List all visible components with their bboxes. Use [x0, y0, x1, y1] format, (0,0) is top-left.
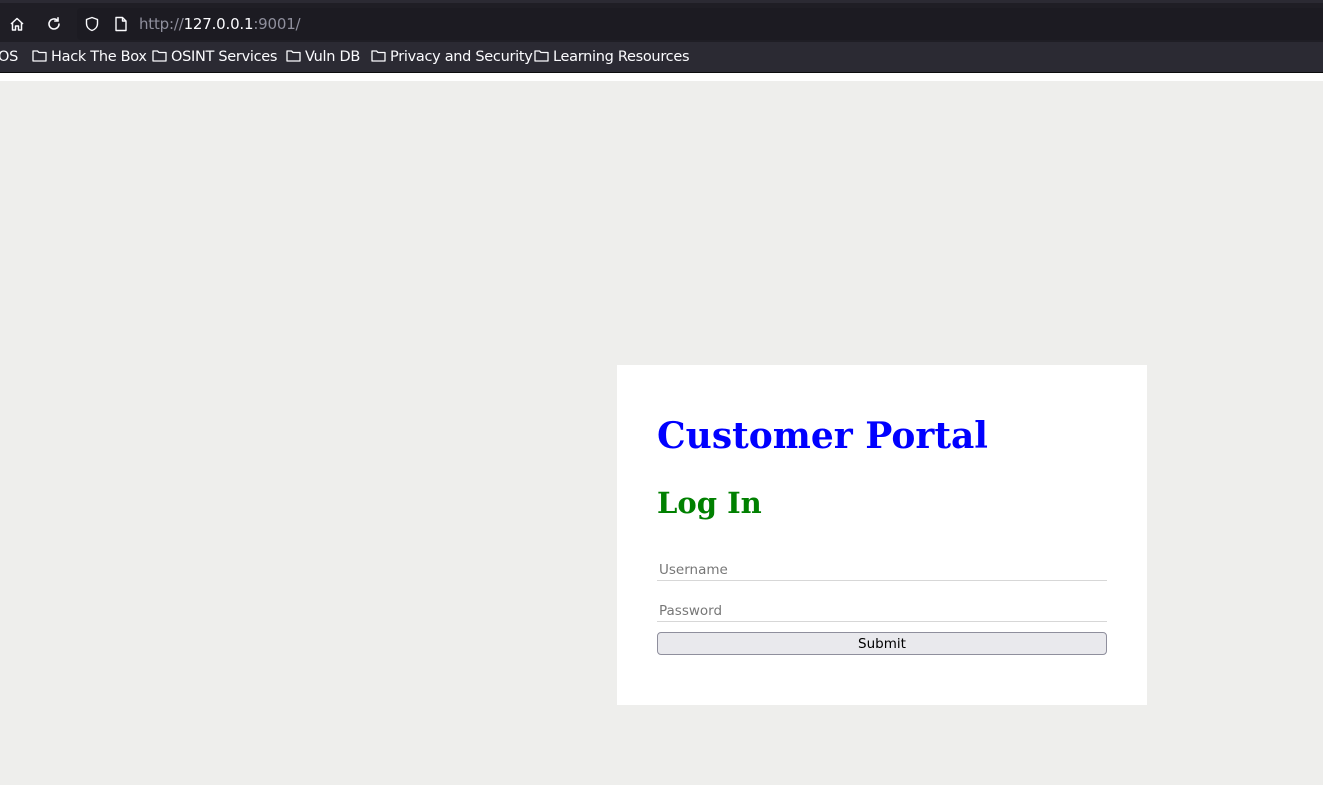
- folder-icon: [371, 49, 390, 66]
- url-host: 127.0.0.1: [183, 15, 254, 33]
- bookmark-label: OSINT Services: [171, 49, 278, 65]
- login-heading: Log In: [657, 486, 762, 520]
- password-input[interactable]: [657, 600, 1107, 622]
- username-input[interactable]: [657, 559, 1107, 581]
- bookmarks-toolbar: OS Hack The Box OSINT Services Vuln DB P…: [0, 42, 1323, 73]
- bookmark-folder-learning-resources[interactable]: Learning Resources: [534, 47, 690, 67]
- submit-button[interactable]: Submit: [657, 632, 1107, 655]
- toolbar-divider: [0, 73, 1323, 81]
- url-text[interactable]: http://127.0.0.1:9001/: [139, 15, 301, 33]
- page-title: Customer Portal: [657, 415, 988, 457]
- reload-icon: [46, 16, 62, 32]
- bookmark-os[interactable]: OS: [0, 47, 18, 67]
- folder-icon: [152, 49, 171, 66]
- home-icon: [9, 16, 25, 32]
- home-button[interactable]: [3, 10, 31, 38]
- folder-icon: [32, 49, 51, 66]
- login-card: Customer Portal Log In Submit: [617, 365, 1147, 705]
- bookmark-label: Vuln DB: [305, 49, 360, 65]
- bookmark-label: Learning Resources: [553, 49, 690, 65]
- address-bar[interactable]: http://127.0.0.1:9001/: [77, 8, 1323, 40]
- url-port-path: :9001/: [253, 15, 301, 33]
- url-scheme: http://: [139, 15, 184, 33]
- folder-icon: [534, 49, 553, 66]
- page-icon[interactable]: [114, 16, 128, 37]
- bookmark-label: Hack The Box: [51, 49, 147, 65]
- bookmark-label: OS: [0, 49, 19, 65]
- page-content: Customer Portal Log In Submit: [0, 81, 1323, 785]
- shield-icon[interactable]: [84, 16, 100, 37]
- bookmark-folder-privacy-and-security[interactable]: Privacy and Security: [371, 47, 533, 67]
- bookmark-folder-vuln-db[interactable]: Vuln DB: [286, 47, 360, 67]
- bookmark-label: Privacy and Security: [390, 49, 533, 65]
- reload-button[interactable]: [40, 10, 68, 38]
- browser-toolbar: http://127.0.0.1:9001/: [0, 0, 1323, 42]
- folder-icon: [286, 49, 305, 66]
- bookmark-folder-hack-the-box[interactable]: Hack The Box: [32, 47, 147, 67]
- bookmark-folder-osint-services[interactable]: OSINT Services: [152, 47, 277, 67]
